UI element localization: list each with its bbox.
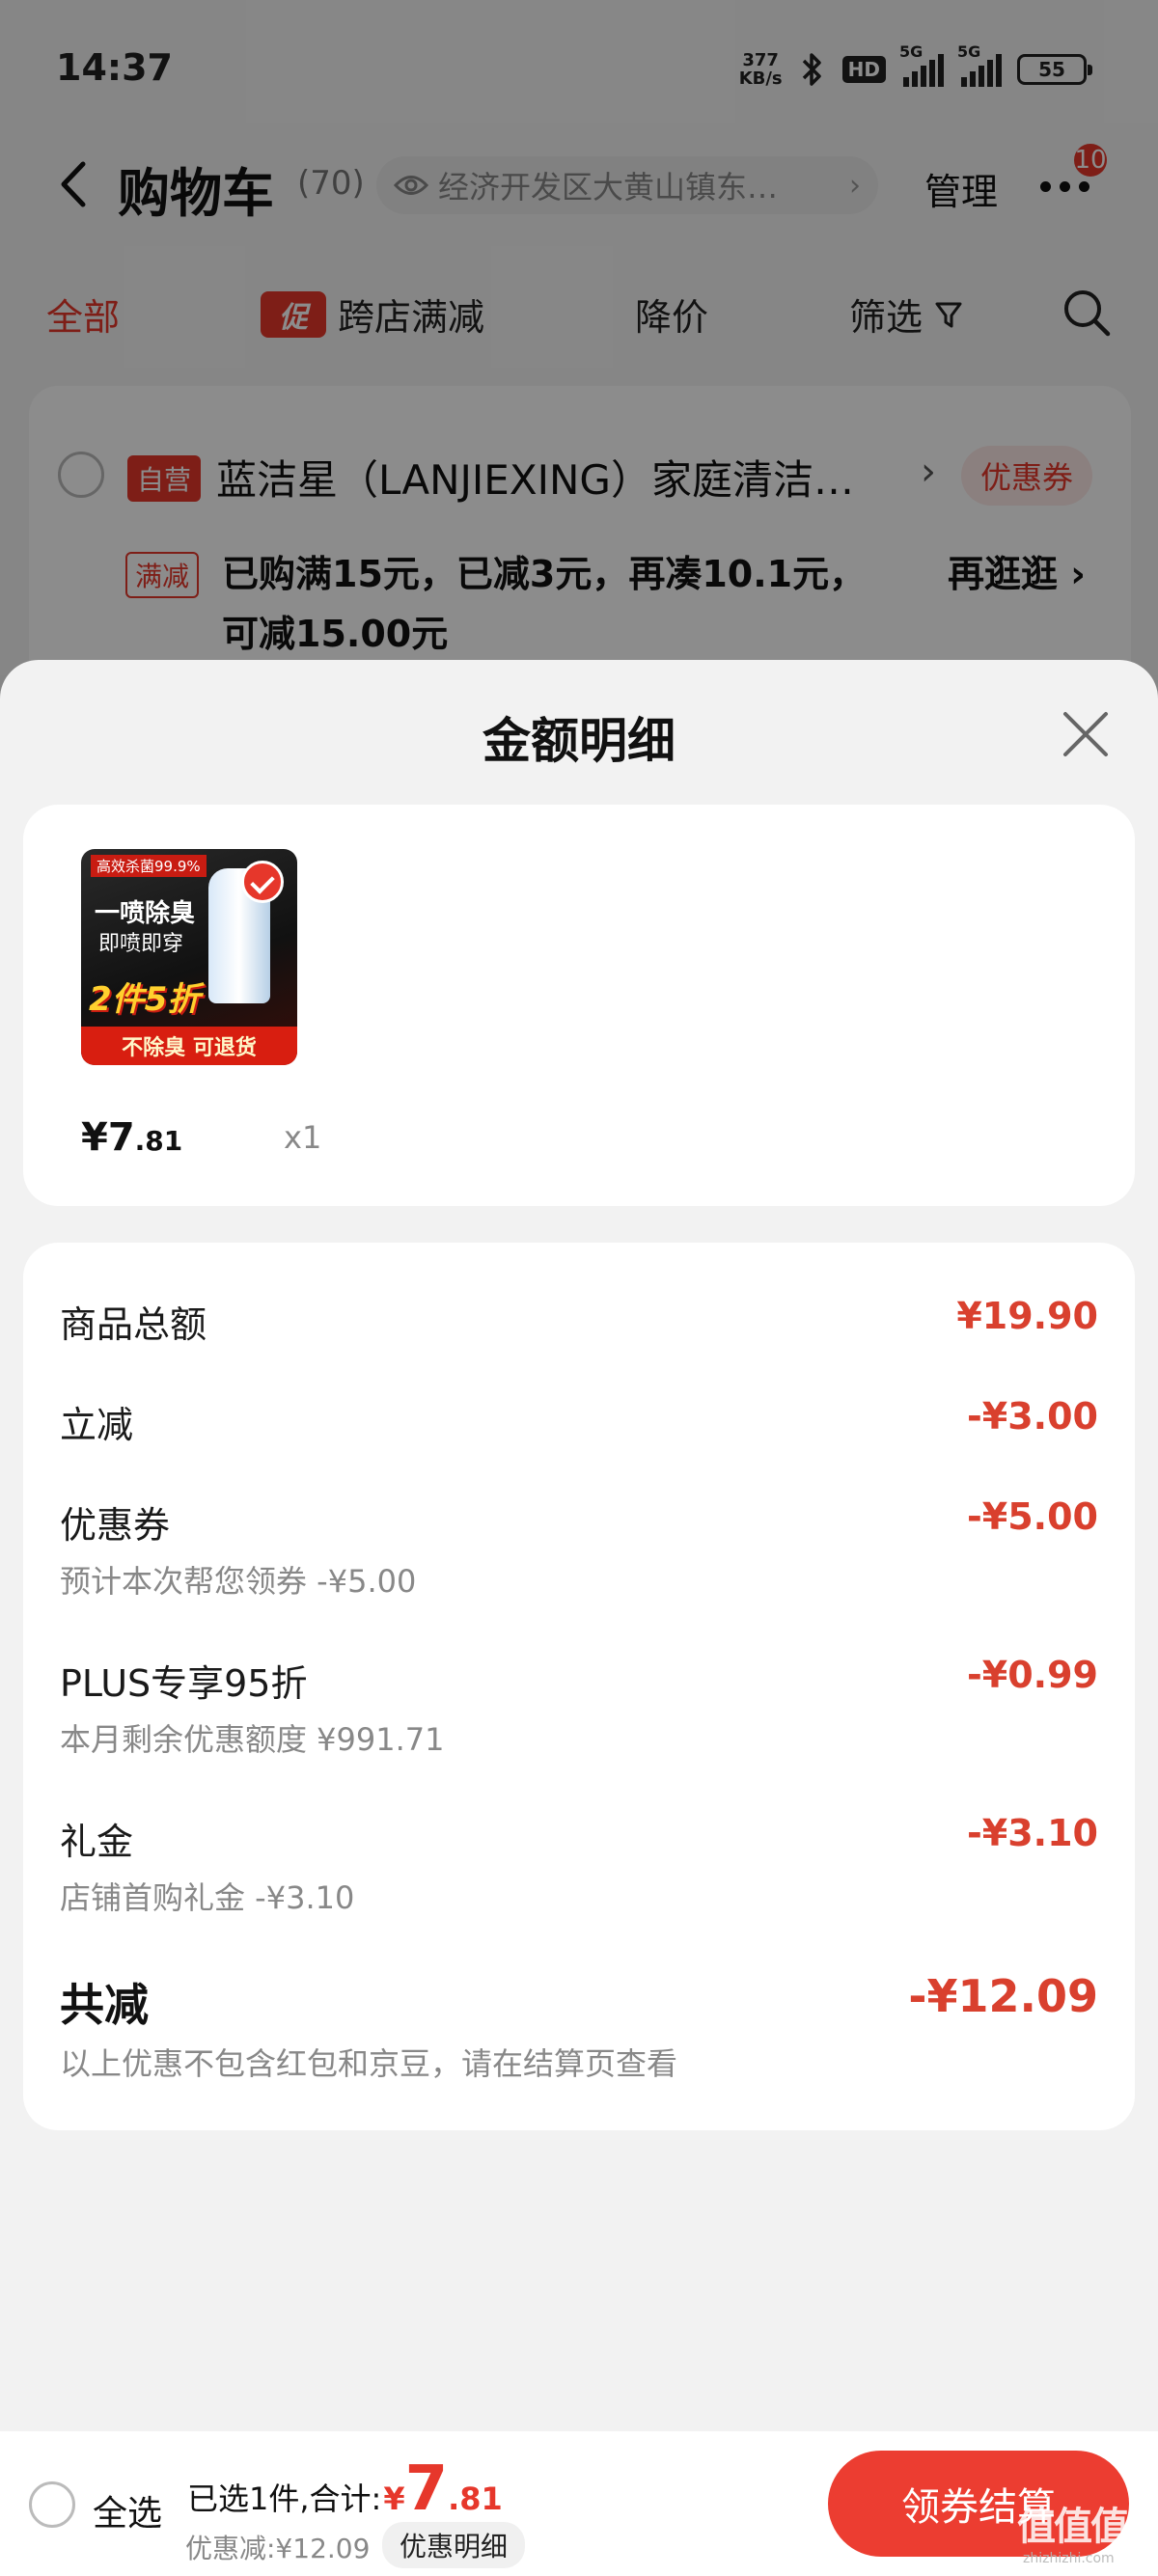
row-value: -¥0.99 [967, 1654, 1098, 1696]
watermark-url: zhizhizhi.com [1023, 2551, 1115, 2566]
row-value: -¥5.00 [967, 1495, 1098, 1538]
total-discount-label: 共减 [60, 1979, 149, 2031]
select-all-label[interactable]: 全选 [93, 2485, 162, 2535]
product-price-decimal: .81 [134, 1125, 183, 1157]
row-label: 商品总额 [60, 1303, 207, 1346]
product-price: ¥7.81 [81, 1115, 182, 1160]
total-discount-value: -¥12.09 [908, 1970, 1098, 2022]
close-icon[interactable] [1060, 708, 1112, 760]
row-value: -¥3.00 [967, 1395, 1098, 1438]
row-subtext: 店铺首购礼金 -¥3.10 [60, 1879, 355, 1916]
currency-symbol: ¥ [383, 2480, 405, 2517]
row-label: PLUS专享95折 [60, 1662, 308, 1705]
amount-detail-sheet: 金额明细 高效杀菌99.9% 一喷除臭 即喷即穿 2件5折 不除臭 可退货 ¥7… [0, 660, 1158, 2431]
price-breakdown-card: 商品总额 ¥19.90 立减 -¥3.00 优惠券 -¥5.00 预计本次帮您领… [23, 1243, 1135, 2130]
product-quantity: x1 [284, 1119, 322, 1156]
saved-amount: 优惠减:¥12.09 [185, 2533, 371, 2564]
thumb-headline-text: 一喷除臭 [95, 899, 196, 928]
watermark-logo: 值值值 [1017, 2505, 1129, 2549]
checkout-bar: 全选 已选1件,合计: ¥ 7 .81 优惠减:¥12.09 优惠明细 领券结算… [0, 2431, 1158, 2576]
product-thumbnail[interactable]: 高效杀菌99.9% 一喷除臭 即喷即穿 2件5折 不除臭 可退货 [81, 849, 297, 1065]
thumb-guarantee-text: 不除臭 可退货 [81, 1027, 297, 1065]
row-label: 立减 [60, 1404, 134, 1446]
row-label: 礼金 [60, 1821, 134, 1863]
row-subtext: 预计本次帮您领券 -¥5.00 [60, 1563, 417, 1600]
thumb-subline-text: 即喷即穿 [98, 932, 184, 956]
product-card: 高效杀菌99.9% 一喷除臭 即喷即穿 2件5折 不除臭 可退货 ¥7.81 x… [23, 805, 1135, 1206]
discount-detail-button[interactable]: 优惠明细 [382, 2522, 526, 2568]
thumb-discount-text: 2件5折 [89, 980, 201, 1019]
sheet-title: 金额明细 [482, 713, 676, 769]
select-all-radio[interactable] [29, 2481, 75, 2528]
row-value: ¥19.90 [956, 1295, 1098, 1337]
selected-count-text: 已选1件,合计: [187, 2480, 382, 2517]
product-price-integer: ¥7 [81, 1115, 135, 1160]
row-label: 优惠券 [60, 1504, 171, 1547]
total-price-integer: 7 [404, 2453, 449, 2525]
check-icon [241, 861, 284, 903]
total-discount-note: 以上优惠不包含红包和京豆，请在结算页查看 [60, 2045, 678, 2082]
total-price: 已选1件,合计: ¥ 7 .81 [187, 2458, 503, 2520]
row-value: -¥3.10 [967, 1812, 1098, 1854]
row-subtext: 本月剩余优惠额度 ¥991.71 [60, 1721, 445, 1758]
thumb-badge-text: 高效杀菌99.9% [91, 855, 207, 877]
total-price-decimal: .81 [448, 2480, 503, 2517]
